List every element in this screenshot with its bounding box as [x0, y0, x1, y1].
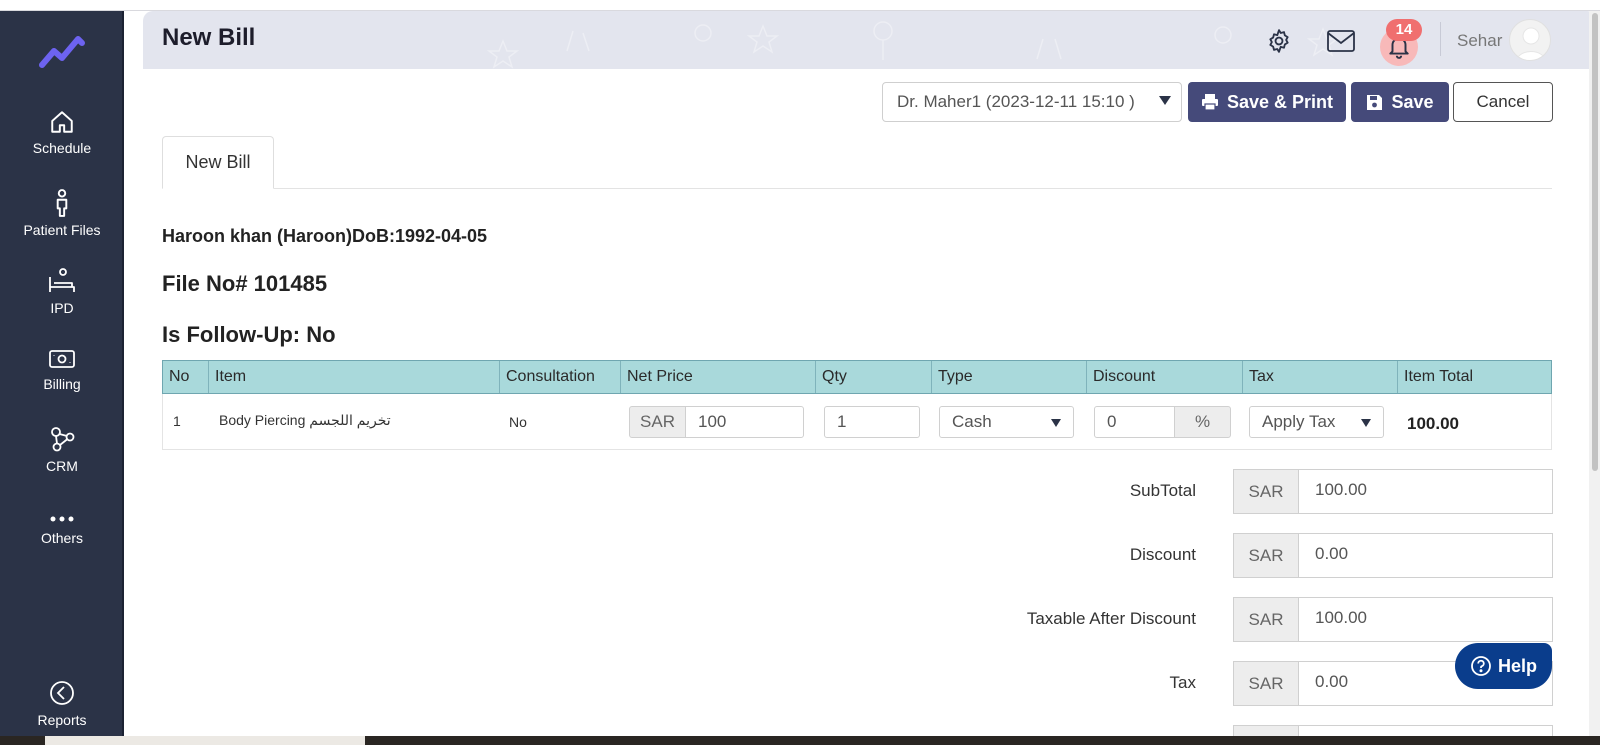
help-label: Help [1497, 655, 1537, 676]
column-header: Consultation [500, 361, 621, 393]
header-decoration [486, 21, 1340, 69]
row-item-total: 100.00 [1407, 414, 1459, 433]
sidebar-item-reports[interactable]: Reports [0, 679, 124, 728]
save-label: Save [1391, 91, 1434, 112]
taxable-currency: SAR [1233, 597, 1299, 642]
taskbar-window[interactable] [45, 736, 365, 745]
caret-down-icon [1159, 96, 1171, 105]
column-header: Qty [816, 361, 932, 393]
gear-icon[interactable] [1266, 28, 1292, 54]
column-header: Item Total [1404, 368, 1474, 385]
sidebar: Schedule Patient Files IPD Billing CRM O… [0, 11, 124, 736]
tab-new-bill[interactable]: New Bill [162, 136, 274, 189]
tax-select-value: Apply Tax [1262, 412, 1336, 431]
discount-total-currency: SAR [1233, 533, 1299, 578]
sidebar-item-crm[interactable]: CRM [0, 425, 124, 474]
tax-total-label: Tax [1169, 673, 1196, 692]
tax-select[interactable]: Apply Tax [1249, 406, 1384, 438]
doctor-select-value: Dr. Maher1 (2023-12-11 15:10 ) [897, 92, 1135, 111]
cancel-button[interactable]: Cancel [1453, 82, 1553, 122]
printer-icon [1201, 94, 1218, 111]
save-button[interactable]: Save [1351, 82, 1449, 122]
logo-icon [39, 36, 85, 68]
qty-input[interactable]: 1 [824, 406, 920, 438]
taxable-field[interactable]: 100.00 [1298, 597, 1553, 642]
sidebar-item-label: Schedule [32, 140, 92, 156]
taxable-label: Taxable After Discount [1026, 609, 1196, 628]
browser-top-edge [0, 0, 1600, 11]
caret-down-icon [1051, 419, 1061, 427]
notification-badge[interactable]: 14 [1386, 19, 1422, 41]
discount-total-field[interactable]: 0.00 [1298, 533, 1553, 578]
sidebar-item-label: IPD [50, 300, 74, 316]
row-item-name: Body Piercing تخريم اللجسم [219, 412, 391, 428]
reports-icon [50, 681, 74, 705]
row-number: 1 [173, 413, 181, 429]
column-header: Type [932, 361, 1087, 393]
help-button[interactable]: Help [1455, 643, 1552, 689]
avatar[interactable] [1509, 19, 1551, 61]
sidebar-item-ipd[interactable]: IPD [0, 267, 124, 316]
question-circle-icon [1471, 656, 1491, 676]
next-total-field[interactable] [1298, 725, 1553, 736]
sidebar-item-billing[interactable]: Billing [0, 347, 124, 392]
mail-icon[interactable] [1326, 29, 1356, 53]
save-print-button[interactable]: Save & Print [1188, 82, 1346, 122]
tax-total-currency: SAR [1233, 661, 1299, 706]
next-total-currency [1233, 725, 1299, 736]
sidebar-item-patient-files[interactable]: Patient Files [0, 189, 124, 238]
sidebar-item-label: Others [40, 530, 83, 546]
page-scrollbar-thumb[interactable] [1592, 13, 1598, 471]
user-silhouette-icon [1516, 27, 1546, 60]
subtotal-field[interactable]: 100.00 [1298, 469, 1553, 514]
subtotal-label: SubTotal [1129, 481, 1196, 500]
floppy-disk-icon [1367, 94, 1383, 110]
discount-total-label: Discount [1129, 545, 1196, 564]
header-divider [1440, 22, 1441, 56]
top-header [143, 11, 1597, 69]
sidebar-item-others[interactable]: Others [0, 513, 124, 546]
column-header: No [163, 361, 209, 393]
patient-info: Haroon khan (Haroon)DoB:1992-04-05 [162, 226, 488, 246]
bed-icon [49, 268, 75, 292]
net-price-currency: SAR [629, 406, 686, 438]
net-price-input[interactable]: 100 [685, 406, 804, 438]
subtotal-currency: SAR [1233, 469, 1299, 514]
column-header: Tax [1243, 361, 1398, 393]
row-consultation: No [509, 414, 527, 430]
tab-bar-line [162, 188, 1552, 189]
patient-icon [56, 189, 68, 217]
sidebar-item-schedule[interactable]: Schedule [0, 109, 124, 156]
more-icon [50, 516, 74, 522]
column-header: Discount [1087, 361, 1243, 393]
sidebar-item-label: Reports [37, 712, 87, 728]
type-select[interactable]: Cash [939, 406, 1074, 438]
file-number: File No# 101485 [162, 271, 328, 296]
save-print-label: Save & Print [1226, 91, 1334, 112]
column-header: Net Price [621, 361, 816, 393]
follow-up-status: Is Follow-Up: No [162, 322, 336, 347]
sidebar-item-label: Patient Files [23, 222, 101, 238]
sidebar-item-label: Billing [43, 376, 81, 392]
home-icon [51, 111, 73, 133]
doctor-select[interactable]: Dr. Maher1 (2023-12-11 15:10 ) [882, 82, 1182, 122]
caret-down-icon [1361, 419, 1371, 427]
money-icon [49, 350, 75, 368]
user-name[interactable]: Sehar [1457, 31, 1502, 51]
network-icon [51, 427, 75, 452]
discount-input[interactable]: 0 [1094, 406, 1175, 438]
sidebar-item-label: CRM [46, 458, 78, 474]
page-title: New Bill [162, 24, 256, 51]
items-table-header: No Item Consultation Net Price Qty Type … [162, 360, 1552, 394]
type-select-value: Cash [952, 412, 992, 431]
discount-unit[interactable]: % [1174, 406, 1231, 438]
column-header: Item [209, 361, 500, 393]
